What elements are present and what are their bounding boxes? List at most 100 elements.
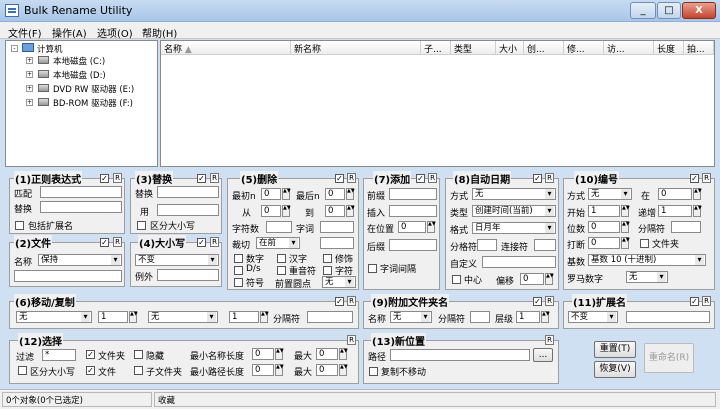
autodate-mode-select[interactable]: 无: [472, 188, 556, 200]
autodate-sep-input[interactable]: [477, 239, 497, 251]
spin-icon[interactable]: ▲▼: [621, 237, 630, 249]
selection-reset-button[interactable]: R: [347, 335, 356, 345]
spin-icon[interactable]: ▲▼: [282, 188, 291, 200]
menu-options[interactable]: 选项(O): [97, 25, 133, 40]
menu-file[interactable]: 文件(F): [8, 25, 42, 40]
add-insert-input[interactable]: [389, 205, 437, 217]
column-created[interactable]: 创...: [524, 41, 564, 55]
remove-lead-dots-select[interactable]: 无: [322, 276, 356, 288]
ext-reset-button[interactable]: R: [702, 296, 711, 306]
autodate-reset-button[interactable]: R: [545, 173, 554, 183]
tree-node-drive-c[interactable]: 本地磁盘 (C:): [53, 55, 105, 67]
newloc-path-input[interactable]: [390, 349, 530, 361]
add-prefix-input[interactable]: [389, 188, 437, 200]
numbering-pad-input[interactable]: 0: [588, 221, 620, 233]
spin-icon[interactable]: ▲▼: [621, 205, 630, 217]
tree-node-drive-f[interactable]: BD-ROM 驱动器 (F:): [53, 97, 133, 109]
spin-icon[interactable]: ▲▼: [621, 221, 630, 233]
move-select-2[interactable]: 无: [148, 311, 218, 323]
numbering-at-input[interactable]: 0: [658, 188, 692, 200]
regex-reset-button[interactable]: R: [113, 173, 122, 183]
spin-icon[interactable]: ▲▼: [339, 348, 348, 360]
autodate-type-select[interactable]: 创建时间(当前): [472, 205, 556, 217]
spin-icon[interactable]: ▲▼: [693, 188, 702, 200]
expand-icon[interactable]: -: [11, 45, 18, 52]
remove-to-input[interactable]: 0: [325, 205, 345, 217]
autodate-center-checkbox[interactable]: [452, 275, 461, 284]
remove-crop-input[interactable]: [320, 237, 354, 249]
numbering-break-input[interactable]: 0: [588, 237, 620, 249]
autodate-offset-input[interactable]: 0: [520, 273, 544, 285]
file-reset-button[interactable]: R: [113, 237, 122, 247]
sel-case-checkbox[interactable]: [18, 366, 27, 375]
sel-folders-checkbox[interactable]: ✓: [86, 350, 95, 359]
max-path-input[interactable]: 0: [316, 364, 338, 376]
menu-actions[interactable]: 操作(A): [52, 25, 87, 40]
replace-with-input[interactable]: [157, 204, 219, 216]
expand-icon[interactable]: +: [26, 71, 33, 78]
appendfolder-levels-input[interactable]: 1: [516, 311, 540, 323]
spin-icon[interactable]: ▲▼: [346, 205, 355, 217]
expand-icon[interactable]: +: [26, 57, 33, 64]
autodate-conn-input[interactable]: [534, 239, 556, 251]
case-except-input[interactable]: [157, 269, 219, 281]
file-list[interactable]: 名称 ▲ 新名称 子... 类型 大小 创... 修... 访... 长度 拍.…: [160, 40, 715, 167]
spin-icon[interactable]: ▲▼: [545, 273, 554, 285]
column-type[interactable]: 类型: [451, 41, 496, 55]
column-accessed[interactable]: 访...: [604, 41, 654, 55]
add-at-pos-input[interactable]: 0: [398, 221, 426, 233]
remove-from-input[interactable]: 0: [261, 205, 281, 217]
case-enable-checkbox[interactable]: ✓: [197, 238, 206, 247]
move-count-2[interactable]: 1: [229, 311, 259, 323]
spin-icon[interactable]: ▲▼: [541, 311, 550, 323]
numbering-enable-checkbox[interactable]: ✓: [690, 174, 699, 183]
move-count-1[interactable]: 1: [98, 311, 128, 323]
add-suffix-input[interactable]: [389, 239, 437, 251]
min-path-input[interactable]: 0: [252, 364, 274, 376]
replace-enable-checkbox[interactable]: ✓: [197, 174, 206, 183]
file-name-select[interactable]: 保持: [38, 254, 122, 266]
sel-subfolders-checkbox[interactable]: [134, 366, 143, 375]
remove-first-n-input[interactable]: 0: [261, 188, 281, 200]
remove-digits-checkbox[interactable]: [234, 254, 243, 263]
file-name-input[interactable]: [14, 270, 122, 282]
remove-hanzi-checkbox[interactable]: [277, 254, 286, 263]
numbering-base-select[interactable]: 基数 10 (十进制): [588, 254, 706, 266]
expand-icon[interactable]: +: [26, 85, 33, 92]
minimize-button[interactable]: _: [630, 2, 656, 19]
remove-reset-button[interactable]: R: [347, 173, 356, 183]
include-ext-checkbox[interactable]: [15, 221, 24, 230]
ext-input[interactable]: [626, 311, 710, 323]
add-word-space-checkbox[interactable]: [368, 264, 377, 273]
tree-node-drive-d[interactable]: 本地磁盘 (D:): [53, 69, 106, 81]
column-new-name[interactable]: 新名称: [291, 41, 421, 55]
remove-last-n-input[interactable]: 0: [325, 188, 345, 200]
expand-icon[interactable]: +: [26, 99, 33, 106]
sel-files-checkbox[interactable]: ✓: [86, 366, 95, 375]
remove-crop-select[interactable]: 在前: [256, 237, 300, 249]
numbering-reset-button[interactable]: R: [702, 173, 711, 183]
max-name-input[interactable]: 0: [316, 348, 338, 360]
case-reset-button[interactable]: R: [210, 237, 219, 247]
move-enable-checkbox[interactable]: ✓: [335, 297, 344, 306]
column-name[interactable]: 名称 ▲: [161, 41, 291, 55]
case-select[interactable]: 不变: [135, 254, 219, 266]
regex-enable-checkbox[interactable]: ✓: [100, 174, 109, 183]
browse-button[interactable]: ...: [533, 348, 553, 362]
remove-trim-checkbox[interactable]: [323, 254, 332, 263]
numbering-folder-checkbox[interactable]: [640, 239, 649, 248]
autodate-format-select[interactable]: 日月年: [472, 222, 556, 234]
rename-button[interactable]: 重命名(R): [644, 343, 694, 373]
move-select-1[interactable]: 无: [16, 311, 92, 323]
remove-ds-checkbox[interactable]: [234, 266, 243, 275]
remove-accents-checkbox[interactable]: [277, 266, 286, 275]
remove-chars-checkbox[interactable]: [323, 266, 332, 275]
add-reset-button[interactable]: R: [428, 173, 437, 183]
ext-select[interactable]: 不变: [568, 311, 618, 323]
tree-node-drive-e[interactable]: DVD RW 驱动器 (E:): [53, 83, 134, 95]
replace-input[interactable]: [157, 186, 219, 198]
spin-icon[interactable]: ▲▼: [427, 221, 436, 233]
replace-reset-button[interactable]: R: [210, 173, 219, 183]
numbering-sep-input[interactable]: [671, 221, 701, 233]
add-enable-checkbox[interactable]: ✓: [416, 174, 425, 183]
